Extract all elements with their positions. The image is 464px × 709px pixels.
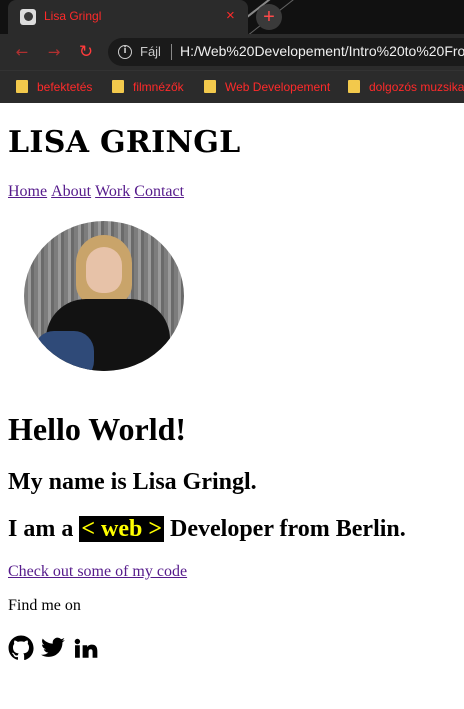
bookmark-label: Web Developement <box>225 80 331 94</box>
bookmark-label: befektetés <box>37 80 93 94</box>
folder-icon <box>348 80 360 93</box>
intro-heading: My name is Lisa Gringl. <box>8 469 257 495</box>
address-scheme: Fájl <box>140 44 161 59</box>
hello-heading: Hello World! <box>8 411 187 447</box>
bookmark-folder[interactable]: Web Developement <box>204 79 330 95</box>
tab-strip: Lisa Gringl × + <box>0 0 464 78</box>
folder-icon <box>204 80 216 93</box>
bookmark-folder[interactable]: filmnézők <box>112 79 184 95</box>
browser-chrome: Lisa Gringl × + ← → ↻ i Fájl H:/Web%20De… <box>0 0 464 103</box>
code-link[interactable]: Check out some of my code <box>8 563 187 581</box>
nav-about-link[interactable]: About <box>51 183 91 200</box>
favicon-icon <box>20 9 36 25</box>
bookmark-label: filmnézők <box>133 80 184 94</box>
role-highlight: < web > <box>79 516 165 542</box>
tab-title: Lisa Gringl <box>44 9 102 23</box>
bookmark-folder[interactable]: dolgozós muzsika <box>348 79 464 95</box>
forward-icon[interactable]: → <box>44 42 64 62</box>
github-icon[interactable] <box>8 635 34 661</box>
back-icon[interactable]: ← <box>12 42 32 62</box>
role-suffix: Developer from Berlin. <box>170 516 406 542</box>
site-nav: Home About Work Contact <box>8 183 188 201</box>
folder-icon <box>16 80 28 93</box>
new-tab-button[interactable]: + <box>256 4 282 30</box>
nav-work-link[interactable]: Work <box>95 183 130 200</box>
bookmark-label: dolgozós muzsika <box>369 80 464 94</box>
twitter-icon[interactable] <box>40 635 66 661</box>
browser-toolbar: ← → ↻ i Fájl H:/Web%20Developement/Intro… <box>0 34 464 70</box>
address-bar[interactable]: i Fájl H:/Web%20Developement/Intro%20to%… <box>108 38 464 66</box>
linkedin-icon[interactable] <box>72 635 98 661</box>
address-separator <box>171 44 172 60</box>
site-title: LISA GRINGL <box>8 125 241 160</box>
folder-icon <box>112 80 124 93</box>
role-heading: I am a < web > Developer from Berlin. <box>8 516 406 543</box>
address-url[interactable]: H:/Web%20Developement/Intro%20to%20Fro <box>180 43 464 59</box>
nav-contact-link[interactable]: Contact <box>134 183 184 200</box>
tab-close-icon[interactable]: × <box>226 7 235 25</box>
bookmarks-bar: befektetés filmnézők Web Developement do… <box>0 70 464 103</box>
role-prefix: I am a <box>8 516 74 542</box>
bookmark-folder[interactable]: befektetés <box>16 79 92 95</box>
nav-home-link[interactable]: Home <box>8 183 47 200</box>
browser-tab[interactable]: Lisa Gringl × <box>8 0 248 34</box>
info-icon[interactable]: i <box>118 45 132 59</box>
profile-photo <box>24 221 184 371</box>
reload-icon[interactable]: ↻ <box>76 42 96 62</box>
find-me-text: Find me on <box>8 597 81 614</box>
